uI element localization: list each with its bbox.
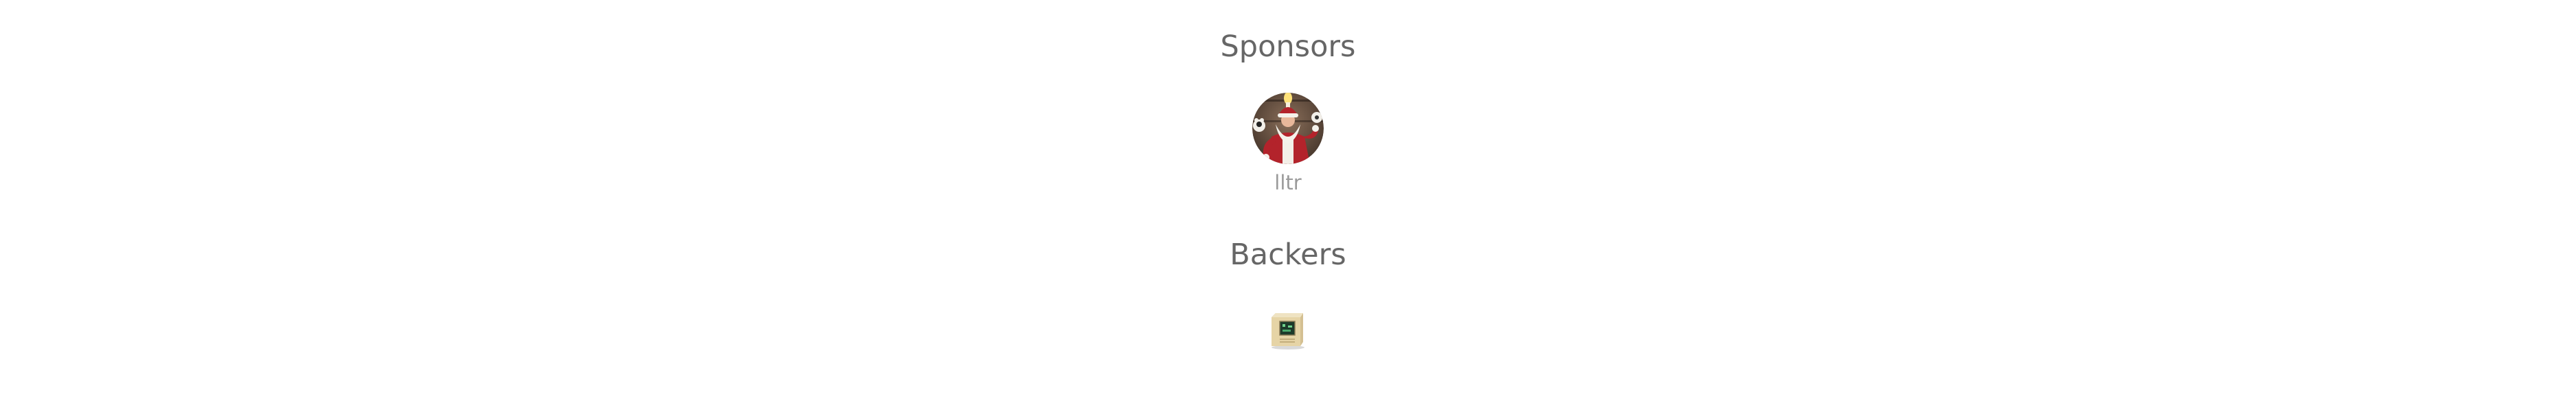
sponsor-link-lltr[interactable]	[1252, 93, 1324, 164]
computer-box-avatar-icon	[1272, 313, 1304, 350]
sponsor-name: lltr	[1274, 171, 1302, 194]
sponsors-heading: Sponsors	[1220, 30, 1356, 64]
backers-heading: Backers	[1230, 238, 1346, 272]
santa-claus-avatar-icon	[1252, 93, 1324, 164]
backer-link[interactable]	[1269, 309, 1307, 350]
